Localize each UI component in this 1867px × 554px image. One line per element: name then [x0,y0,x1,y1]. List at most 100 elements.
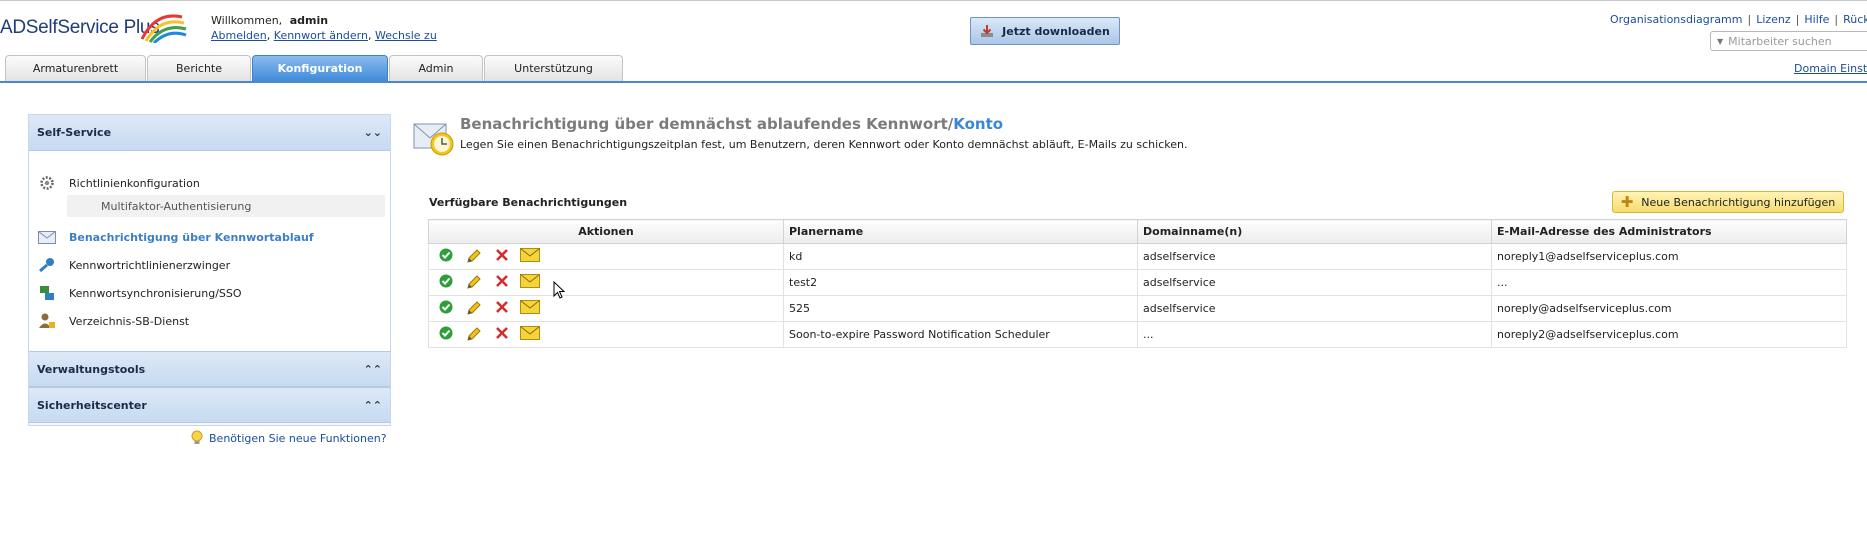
tab-support[interactable]: Unterstützung [484,55,623,81]
add-notification-button[interactable]: ✚ Neue Benachrichtigung hinzufügen [1612,191,1844,213]
panel-self-service-header[interactable]: Self-Service ⌄⌄ [29,115,390,151]
table-header-row: Aktionen Planername Domainname(n) E-Mail… [428,219,1847,244]
send-mail-icon[interactable] [519,247,541,266]
expand-chevron-icon[interactable]: ⌃⌃ [364,363,382,376]
sync-icon [37,284,57,302]
sidebar-item-password-sync[interactable]: Kennwortsynchronisierung/SSO [29,281,390,305]
logout-link[interactable]: Abmelden [211,29,267,42]
section-title: Verfügbare Benachrichtigungen [429,196,628,209]
tab-bar-divider [0,81,1867,83]
column-header-actions[interactable]: Aktionen [428,219,784,244]
enable-icon[interactable] [435,248,457,266]
table-row: Soon-to-expire Password Notification Sch… [428,321,1847,348]
add-notification-label: Neue Benachrichtigung hinzufügen [1641,195,1836,209]
cell-admin-email: noreply1@adselfserviceplus.com [1491,243,1847,270]
switch-to-link[interactable]: Wechsle zu [375,29,437,42]
header: ADSelfService Plus Willkommen, admin Abm… [0,0,1867,83]
table-row: test2 adselfservice... [428,269,1847,296]
panel-title: Sicherheitscenter [37,398,147,412]
license-link[interactable]: Lizenz [1756,13,1790,26]
sidebar-item-label: Kennwortsynchronisierung/SSO [69,286,242,300]
page-title-highlight: Konto [953,115,1004,133]
enable-icon[interactable] [435,326,457,344]
panel-security-center-header[interactable]: Sicherheitscenter ⌃⌃ [29,387,390,423]
enable-icon[interactable] [435,300,457,318]
row-actions [428,269,784,296]
employee-search[interactable]: ▼ [1710,31,1867,51]
panel-self-service-body: Richtlinienkonfiguration Multifaktor-Aut… [29,151,390,351]
tab-reports[interactable]: Berichte [147,55,251,81]
tab-configuration[interactable]: Konfiguration [252,55,388,81]
change-password-link[interactable]: Kennwort ändern [274,29,368,42]
sidebar-item-label: Verzeichnis-SB-Dienst [69,314,190,328]
edit-icon[interactable] [463,248,485,266]
user-lock-icon [37,312,57,330]
username: admin [289,14,329,27]
notification-clock-icon [412,114,456,161]
page-description: Legen Sie einen Benachrichtigungszeitpla… [460,138,1188,151]
top-links: Organisationsdiagramm|Lizenz|Hilfe|Rückm [1610,13,1867,26]
panel-title: Verwaltungstools [37,362,146,376]
table-row: kd adselfservice noreply1@adselfserviceplu… [428,243,1847,270]
send-mail-icon[interactable] [519,325,541,344]
column-header-scheduler[interactable]: Planername [783,219,1138,244]
sidebar-item-label: Richtlinienkonfiguration [69,176,200,190]
delete-icon[interactable] [491,274,513,292]
edit-icon[interactable] [463,300,485,318]
cell-scheduler-name: Soon-to-expire Password Notification Sch… [783,321,1138,348]
panel-admin-tools-header[interactable]: Verwaltungstools ⌃⌃ [29,351,390,387]
page-title-main: Benachrichtigung über demnächst ablaufen… [460,115,954,133]
collapse-chevron-icon[interactable]: ⌄⌄ [364,126,382,139]
feature-request-link[interactable]: Benötigen Sie neue Funktionen? [190,430,387,446]
row-actions [428,243,784,270]
dropdown-caret-icon[interactable]: ▼ [1717,37,1723,46]
cell-admin-email: noreply@adselfserviceplus.com [1491,295,1847,322]
send-mail-icon[interactable] [519,273,541,292]
tab-dashboard[interactable]: Armaturenbrett [5,55,146,81]
welcome-label: Willkommen, [211,14,283,27]
cell-domain-name: adselfservice [1137,269,1492,296]
help-link[interactable]: Hilfe [1804,13,1829,26]
column-header-admin-email[interactable]: E-Mail-Adresse des Administrators [1491,219,1847,244]
enable-icon[interactable] [435,274,457,292]
tab-admin[interactable]: Admin [389,55,483,81]
cell-scheduler-name: kd [783,243,1138,270]
cell-domain-name: ... [1137,321,1492,348]
column-header-domain[interactable]: Domainname(n) [1137,219,1492,244]
cell-scheduler-name: test2 [783,269,1138,296]
delete-icon[interactable] [491,248,513,266]
delete-icon[interactable] [491,326,513,344]
edit-icon[interactable] [463,274,485,292]
sidebar: Self-Service ⌄⌄ Richtlinienkonfiguration… [28,114,391,426]
row-actions [428,295,784,322]
user-links: Abmelden, Kennwort ändern, Wechsle zu [211,29,437,42]
expand-chevron-icon[interactable]: ⌃⌃ [364,399,382,412]
cell-admin-email: ... [1491,269,1847,296]
sidebar-item-password-expiry[interactable]: Benachrichtigung über Kennwortablauf [29,225,390,249]
org-chart-link[interactable]: Organisationsdiagramm [1610,13,1742,26]
cell-admin-email: noreply2@adselfserviceplus.com [1491,321,1847,348]
sidebar-item-directory-self-service[interactable]: Verzeichnis-SB-Dienst [29,309,390,333]
table-row: 525 adselfservice noreply@adselfserviceplu… [428,295,1847,322]
download-button[interactable]: Jetzt downloaden [970,17,1120,45]
employee-search-input[interactable] [1728,34,1867,48]
panel-title: Self-Service [37,126,112,139]
logo-swirl-icon [140,14,187,43]
lightbulb-icon [191,430,203,444]
send-mail-icon[interactable] [519,299,541,318]
sidebar-item-password-policy-enforcer[interactable]: Kennwortrichtlinienerzwinger [29,253,390,277]
gear-icon [37,174,57,192]
cell-domain-name: adselfservice [1137,295,1492,322]
domain-settings-link[interactable]: Domain Einst [1794,62,1867,75]
edit-icon[interactable] [463,326,485,344]
main-tabs: Armaturenbrett Berichte Konfiguration Ad… [5,55,624,81]
logo-text: ADSelfService Plus [0,17,160,38]
feedback-link[interactable]: Rückm [1843,13,1867,26]
sidebar-item-policy-config[interactable]: Richtlinienkonfiguration [29,171,390,195]
sidebar-subitem-mfa[interactable]: Multifaktor-Authentisierung [67,195,385,217]
delete-icon[interactable] [491,300,513,318]
app-logo[interactable]: ADSelfService Plus [0,11,187,45]
cell-domain-name: adselfservice [1137,243,1492,270]
notifications-table: Aktionen Planername Domainname(n) E-Mail… [428,219,1847,348]
sidebar-item-label: Benachrichtigung über Kennwortablauf [69,230,314,244]
